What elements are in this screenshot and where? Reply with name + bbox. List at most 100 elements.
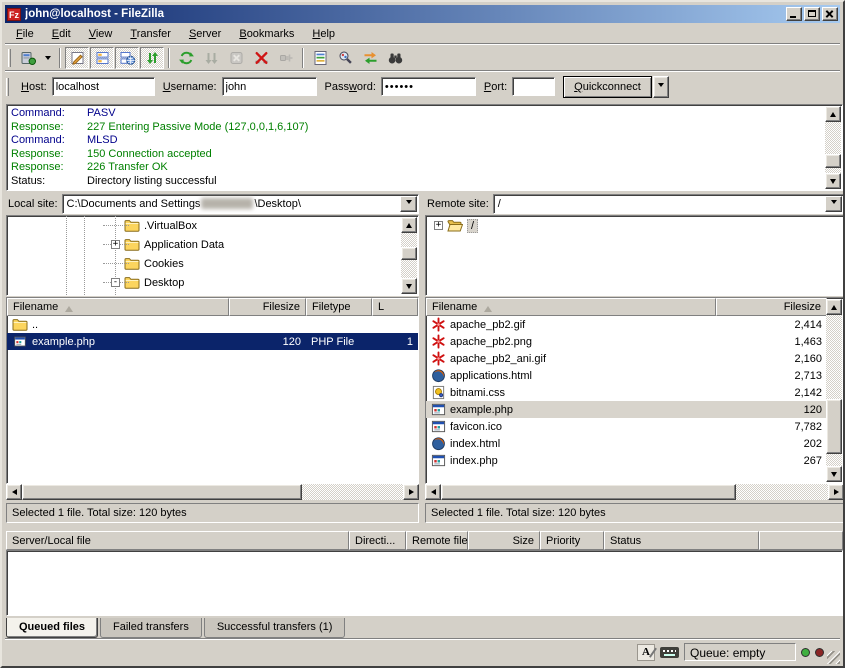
toolbar-separator — [302, 48, 304, 68]
file-row[interactable]: applications.html 2,713 — [426, 367, 827, 384]
file-row[interactable]: .. — [7, 316, 418, 333]
scroll-left-button[interactable] — [425, 484, 441, 500]
port-input[interactable] — [512, 77, 555, 96]
scroll-up-button[interactable] — [825, 106, 841, 122]
scroll-right-button[interactable] — [828, 484, 844, 500]
tree-expander[interactable]: + — [434, 221, 443, 230]
local-horizontal-scrollbar — [6, 484, 419, 500]
minimize-button[interactable] — [786, 7, 802, 21]
file-row[interactable]: index.php 267 — [426, 452, 827, 469]
scroll-thumb[interactable] — [22, 484, 302, 500]
column-header-filesize[interactable]: Filesize — [716, 298, 827, 316]
directory-comparison-button[interactable] — [333, 47, 357, 69]
css-file-icon — [431, 385, 446, 400]
remote-site-dropdown-button[interactable] — [825, 196, 842, 212]
column-header-remote-file[interactable]: Remote file — [406, 531, 468, 550]
column-header-filename[interactable]: Filename — [426, 298, 716, 316]
column-header-priority[interactable]: Priority — [540, 531, 604, 550]
site-manager-dropdown-button[interactable] — [41, 47, 55, 69]
filter-button[interactable] — [308, 47, 332, 69]
menu-server[interactable]: Server — [180, 26, 230, 42]
tree-item[interactable]: + Application Data — [7, 235, 418, 254]
file-row[interactable]: favicon.ico 7,782 — [426, 418, 827, 435]
site-manager-button[interactable] — [16, 47, 40, 69]
menu-edit[interactable]: Edit — [43, 26, 80, 42]
password-input[interactable] — [381, 77, 476, 96]
scroll-right-button[interactable] — [403, 484, 419, 500]
menu-help[interactable]: Help — [303, 26, 344, 42]
app-logo-icon: Fz — [7, 8, 21, 21]
toggle-transfer-queue-button[interactable] — [140, 47, 164, 69]
message-log-icon — [69, 50, 86, 66]
scroll-thumb[interactable] — [401, 247, 417, 260]
scroll-thumb[interactable] — [826, 399, 842, 454]
toggle-local-tree-button[interactable] — [90, 47, 114, 69]
file-row[interactable]: apache_pb2.gif 2,414 — [426, 316, 827, 333]
tree-item[interactable]: - Desktop — [7, 273, 418, 292]
scroll-down-button[interactable] — [826, 466, 842, 482]
host-input[interactable] — [52, 77, 155, 96]
password-label: Password: — [325, 81, 376, 93]
process-queue-button[interactable] — [199, 47, 223, 69]
cancel-operation-button[interactable] — [224, 47, 248, 69]
scroll-up-button[interactable] — [401, 217, 417, 233]
maximize-button[interactable] — [804, 7, 820, 21]
tab-failed-transfers[interactable]: Failed transfers — [100, 618, 202, 638]
menu-bookmarks[interactable]: Bookmarks — [230, 26, 303, 42]
toggle-message-log-button[interactable] — [65, 47, 89, 69]
scroll-left-button[interactable] — [6, 484, 22, 500]
column-header-size[interactable]: Size — [468, 531, 540, 550]
tab-queued-files[interactable]: Queued files — [6, 618, 98, 638]
recv-activity-led — [801, 648, 810, 657]
local-site-combobox[interactable]: C:\Documents and Settings\Desktop\ — [62, 194, 419, 214]
tree-item[interactable]: .VirtualBox — [7, 216, 418, 235]
menu-transfer[interactable]: Transfer — [121, 26, 180, 42]
toggle-remote-tree-button[interactable] — [115, 47, 139, 69]
file-row-selected[interactable]: example.php 120 PHP File 1 — [7, 333, 418, 350]
local-site-dropdown-button[interactable] — [400, 196, 417, 212]
tree-expander[interactable]: - — [111, 278, 120, 287]
column-header-status[interactable]: Status — [604, 531, 759, 550]
scroll-thumb[interactable] — [441, 484, 736, 500]
username-input[interactable] — [222, 77, 317, 96]
scroll-down-button[interactable] — [825, 173, 841, 189]
column-header-filename[interactable]: Filename — [7, 298, 229, 316]
folder-icon — [12, 318, 28, 331]
file-row[interactable]: apache_pb2.png 1,463 — [426, 333, 827, 350]
tree-expander[interactable]: + — [111, 240, 120, 249]
remote-site-label: Remote site: — [427, 198, 489, 210]
scroll-up-button[interactable] — [826, 299, 842, 315]
queue-tabs: Queued files Failed transfers Successful… — [6, 618, 345, 639]
tab-successful-transfers[interactable]: Successful transfers (1) — [204, 618, 346, 638]
find-files-button[interactable] — [383, 47, 407, 69]
tree-item[interactable]: + / — [426, 216, 843, 235]
column-header-direction[interactable]: Directi... — [349, 531, 406, 550]
status-bar: A Queue: empty — [5, 639, 840, 664]
scroll-down-button[interactable] — [401, 278, 417, 294]
refresh-button[interactable] — [174, 47, 198, 69]
resize-grip[interactable] — [827, 651, 840, 664]
menu-file[interactable]: File — [7, 26, 43, 42]
html-file-icon — [431, 368, 446, 383]
column-header-filetype[interactable]: Filetype — [306, 298, 372, 316]
file-row-selected[interactable]: example.php 120 — [426, 401, 827, 418]
column-header-filesize[interactable]: Filesize — [229, 298, 306, 316]
queue-list[interactable] — [6, 550, 843, 616]
file-row[interactable]: bitnami.css 2,142 — [426, 384, 827, 401]
remote-site-combobox[interactable]: / — [493, 194, 844, 214]
quickconnect-dropdown-button[interactable] — [653, 76, 669, 98]
menu-view[interactable]: View — [80, 26, 122, 42]
file-row[interactable]: index.html 202 — [426, 435, 827, 452]
column-header-server-local-file[interactable]: Server/Local file — [6, 531, 349, 550]
reconnect-button[interactable] — [274, 47, 298, 69]
scroll-thumb[interactable] — [825, 154, 841, 168]
toolbar-separator — [168, 48, 170, 68]
tree-item[interactable]: Cookies — [7, 254, 418, 273]
local-selection-status: Selected 1 file. Total size: 120 bytes — [6, 503, 419, 523]
column-header-modified[interactable]: L — [372, 298, 418, 316]
quickconnect-button[interactable]: Quickconnect — [563, 76, 652, 98]
file-row[interactable]: apache_pb2_ani.gif 2,160 — [426, 350, 827, 367]
close-button[interactable] — [822, 7, 838, 21]
synchronized-browsing-button[interactable] — [358, 47, 382, 69]
disconnect-button[interactable] — [249, 47, 273, 69]
